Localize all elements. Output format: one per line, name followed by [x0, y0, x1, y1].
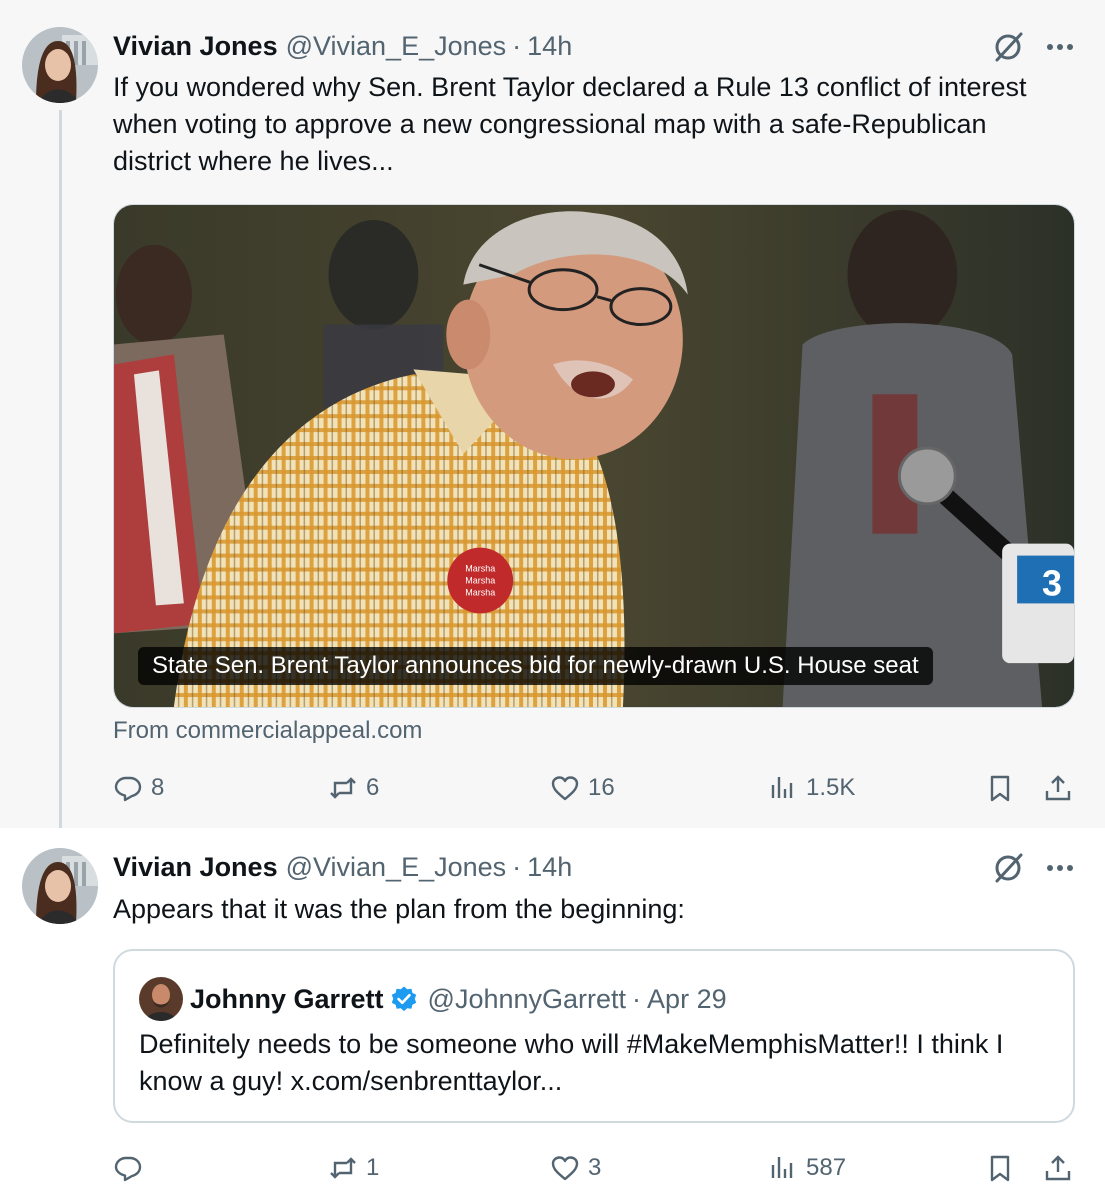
speech-bubble-icon: [114, 1156, 142, 1182]
svg-text:Marsha: Marsha: [465, 564, 495, 574]
action-bar: 1 3 587: [113, 1148, 1075, 1188]
views-count: 1.5K: [806, 774, 856, 801]
quoted-author-name[interactable]: Johnny Garrett: [190, 984, 384, 1015]
svg-text:Marsha: Marsha: [465, 575, 495, 585]
quoted-tweet[interactable]: Johnny Garrett @JohnnyGarrett · Apr 29 D…: [113, 949, 1075, 1123]
more-icon[interactable]: [1045, 41, 1075, 53]
reply-count: 8: [151, 774, 165, 801]
bookmark-button[interactable]: [985, 768, 1015, 808]
svg-text:Marsha: Marsha: [465, 587, 495, 597]
author-name[interactable]: Vivian Jones: [113, 852, 278, 883]
svg-text:3: 3: [1042, 563, 1062, 603]
views-button[interactable]: 1.5K: [768, 768, 855, 808]
grok-icon[interactable]: [991, 851, 1025, 885]
heart-icon: [551, 776, 579, 801]
repost-arrows-icon: [330, 1157, 356, 1179]
quoted-author-handle[interactable]: @JohnnyGarrett: [428, 984, 627, 1015]
bar-chart-icon: [771, 1157, 793, 1178]
repost-button[interactable]: 1: [328, 1148, 379, 1188]
link-card-image[interactable]: Marsha Marsha Marsha 3 State Sen. Brent …: [113, 204, 1075, 708]
share-button[interactable]: [1043, 1148, 1073, 1188]
share-upload-icon: [1045, 775, 1071, 801]
tweet-text: If you wondered why Sen. Brent Taylor de…: [113, 72, 1027, 176]
verified-badge-icon: [391, 986, 416, 1012]
more-icon[interactable]: [1045, 862, 1075, 874]
repost-count: 6: [366, 774, 380, 801]
tweet-text: Appears that it was the plan from the be…: [113, 894, 685, 924]
avatar[interactable]: [22, 27, 98, 103]
views-count: 587: [806, 1154, 847, 1181]
author-handle[interactable]: @Vivian_E_Jones: [286, 852, 507, 883]
like-button[interactable]: 3: [550, 1148, 601, 1188]
share-button[interactable]: [1043, 768, 1073, 808]
bar-chart-icon: [771, 777, 793, 798]
tweet-header: Vivian Jones @Vivian_E_Jones · 14h: [113, 849, 572, 885]
repost-arrows-icon: [330, 777, 356, 799]
timestamp[interactable]: 14h: [527, 31, 572, 62]
link-card-title: State Sen. Brent Taylor announces bid fo…: [138, 647, 933, 685]
grok-icon[interactable]: [991, 30, 1025, 64]
share-upload-icon: [1045, 1155, 1071, 1181]
tweet[interactable]: Vivian Jones @Vivian_E_Jones · 14h If yo…: [0, 0, 1105, 840]
bookmark-icon: [990, 775, 1010, 802]
heart-icon: [551, 1156, 579, 1181]
author-name[interactable]: Vivian Jones: [113, 31, 278, 62]
bookmark-button[interactable]: [985, 1148, 1015, 1188]
avatar[interactable]: [22, 848, 98, 924]
author-handle[interactable]: @Vivian_E_Jones: [286, 31, 507, 62]
repost-button[interactable]: 6: [328, 768, 379, 808]
avatar[interactable]: [139, 977, 183, 1021]
views-button[interactable]: 587: [768, 1148, 846, 1188]
bookmark-icon: [990, 1155, 1010, 1182]
tweet-header: Vivian Jones @Vivian_E_Jones · 14h: [113, 28, 572, 64]
action-bar: 8 6 16 1.5K: [113, 768, 1075, 808]
quoted-tweet-text: Definitely needs to be someone who will …: [139, 1029, 1004, 1096]
repost-count: 1: [366, 1154, 380, 1181]
thread-line: [59, 110, 62, 840]
like-count: 3: [588, 1154, 602, 1181]
separator: ·: [512, 30, 522, 61]
tweet[interactable]: Vivian Jones @Vivian_E_Jones · 14h Appea…: [0, 828, 1105, 1200]
quoted-tweet-header: Johnny Garrett @JohnnyGarrett · Apr 29: [190, 981, 727, 1017]
timestamp[interactable]: 14h: [527, 852, 572, 883]
quoted-timestamp[interactable]: Apr 29: [647, 984, 727, 1015]
reply-button[interactable]: 8: [113, 768, 164, 808]
separator: ·: [512, 851, 522, 882]
speech-bubble-icon: [114, 776, 142, 802]
like-count: 16: [588, 774, 615, 801]
reply-button[interactable]: [113, 1148, 151, 1188]
link-source[interactable]: From commercialappeal.com: [113, 717, 422, 745]
separator: ·: [632, 983, 642, 1014]
like-button[interactable]: 16: [550, 768, 615, 808]
